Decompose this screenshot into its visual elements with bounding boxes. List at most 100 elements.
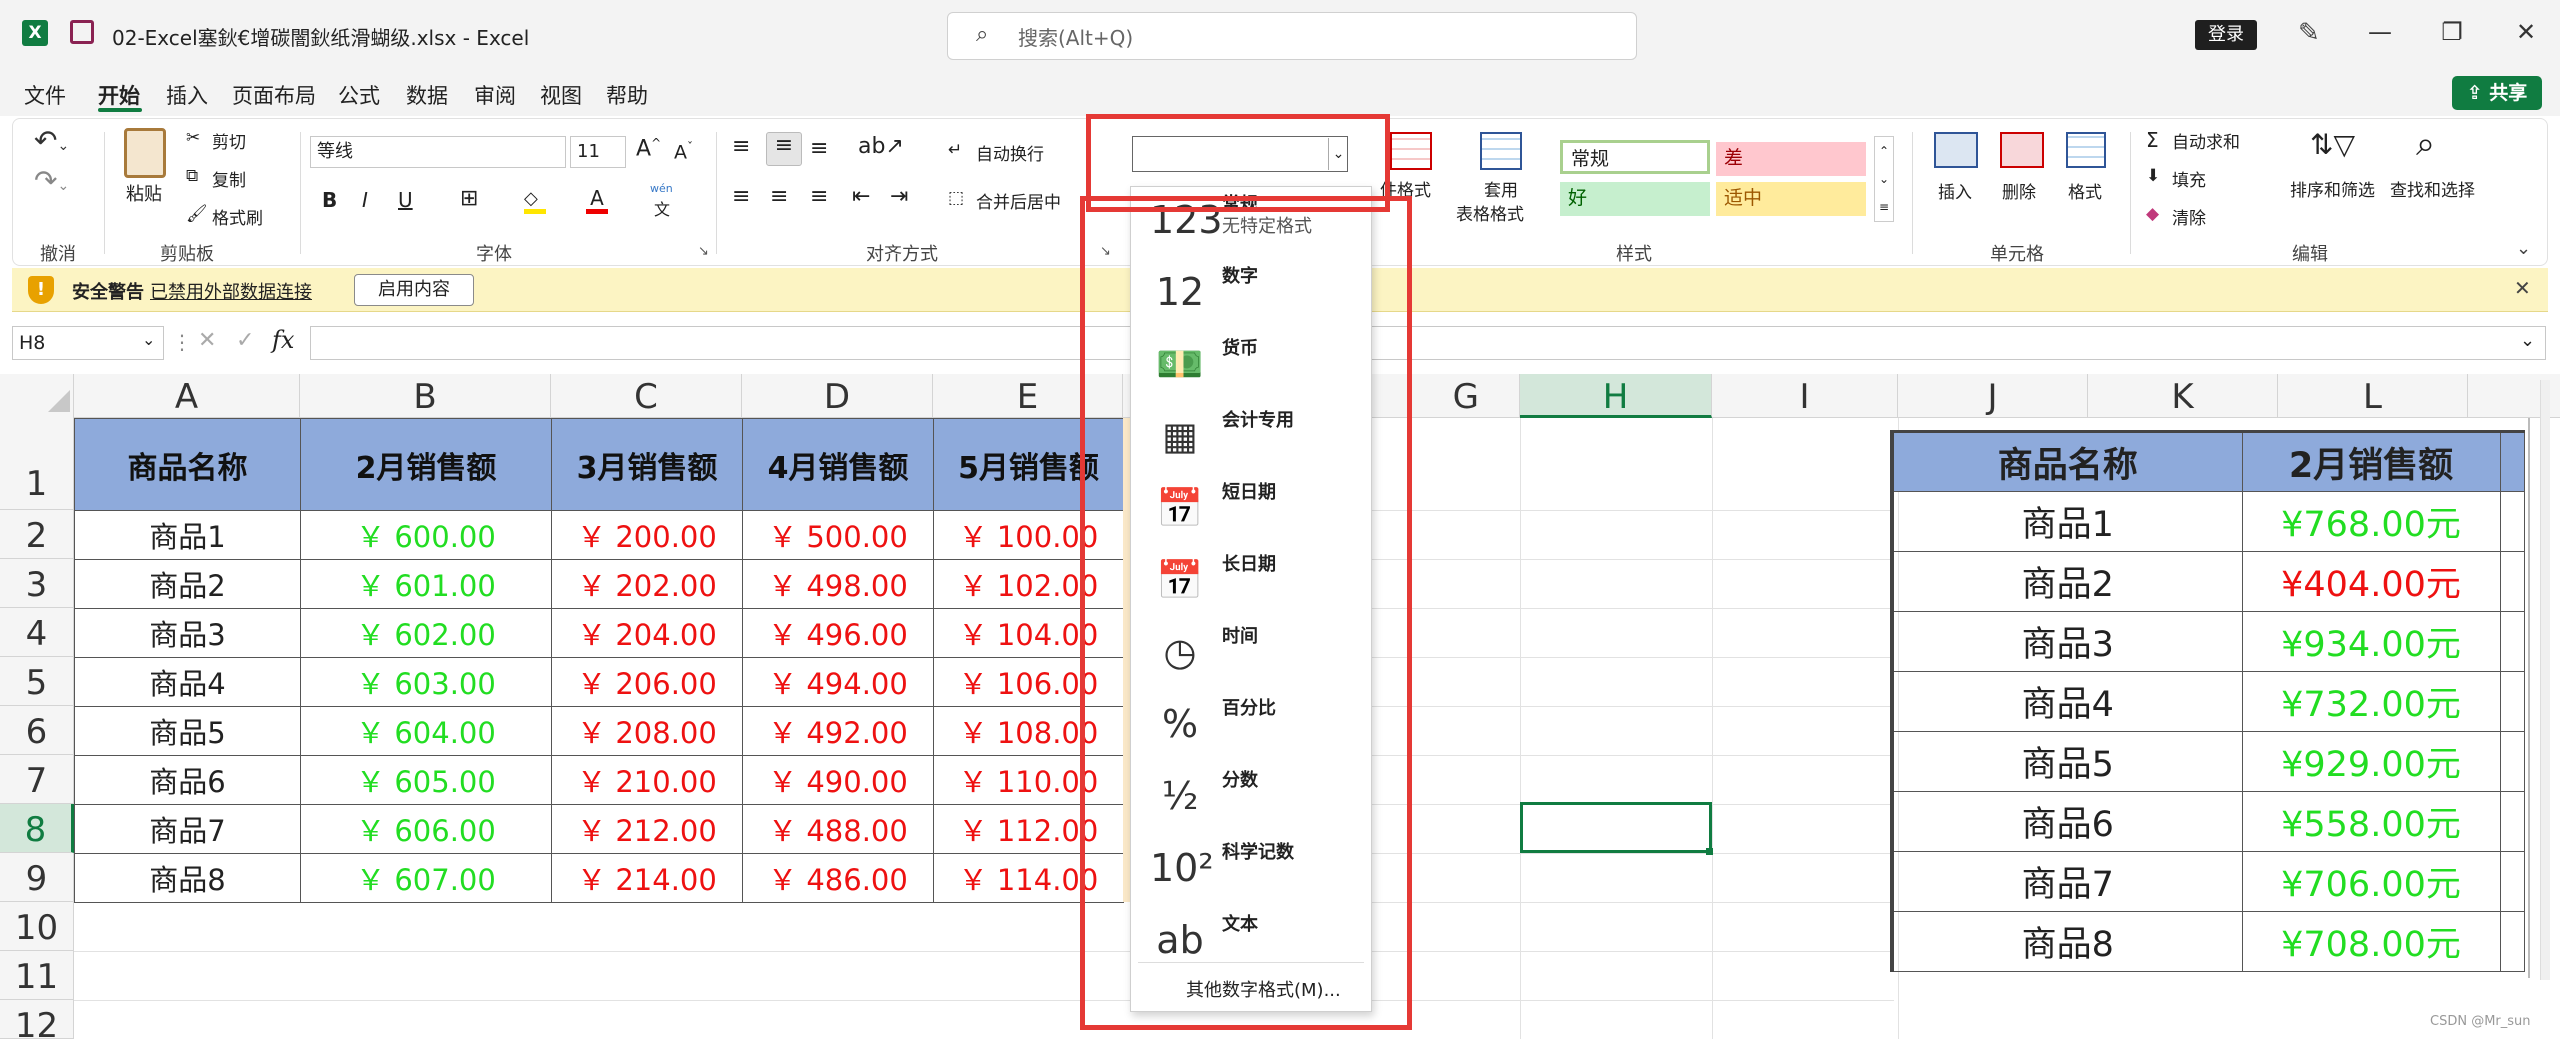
merge-center-button[interactable]: 合并后居中 bbox=[976, 188, 1061, 213]
orientation-icon[interactable]: ab↗ bbox=[858, 134, 904, 159]
value-cell[interactable]: ￥ 600.00 bbox=[300, 510, 552, 560]
value-cell[interactable]: ￥ 210.00 bbox=[551, 755, 743, 805]
value-cell[interactable]: ￥ 496.00 bbox=[742, 608, 934, 658]
format-cells-icon[interactable] bbox=[2066, 132, 2106, 168]
value-cell[interactable]: ￥ 498.00 bbox=[742, 559, 934, 609]
more-options-icon[interactable]: ⋮ bbox=[172, 330, 192, 354]
value-cell[interactable]: ￥ 602.00 bbox=[300, 608, 552, 658]
product-cell[interactable]: 商品2 bbox=[74, 559, 301, 609]
tab-page-layout[interactable]: 页面布局 bbox=[232, 80, 316, 110]
undo-icon[interactable]: ↶⌄ bbox=[34, 124, 69, 157]
grow-font-icon[interactable]: A^ bbox=[636, 136, 661, 161]
style-bad[interactable]: 差 bbox=[1716, 142, 1866, 176]
formula-input[interactable] bbox=[310, 326, 2546, 360]
cut-button[interactable]: 剪切 bbox=[212, 128, 246, 153]
autosum-button[interactable]: 自动求和 bbox=[2172, 128, 2240, 153]
value-cell[interactable]: ￥ 607.00 bbox=[300, 853, 552, 903]
tab-view[interactable]: 视图 bbox=[540, 80, 582, 110]
value-cell[interactable]: ￥ 606.00 bbox=[300, 804, 552, 854]
paste-icon[interactable] bbox=[124, 128, 166, 178]
italic-icon[interactable]: I bbox=[362, 188, 368, 212]
insert-cells-button[interactable]: 插入 bbox=[1938, 178, 1972, 203]
delete-cells-icon[interactable] bbox=[2000, 132, 2044, 168]
styles-scroll-icon[interactable]: ⌃ ⌄ ≡ bbox=[1874, 136, 1894, 222]
product-cell[interactable]: 商品3 bbox=[74, 608, 301, 658]
expand-formula-icon[interactable]: ⌄ bbox=[2520, 330, 2535, 351]
fill-color-icon[interactable]: ◇ bbox=[524, 188, 546, 214]
value-cell[interactable]: ￥ 488.00 bbox=[742, 804, 934, 854]
row-header-7[interactable]: 7 bbox=[0, 755, 74, 804]
login-button[interactable]: 登录 bbox=[2195, 20, 2257, 50]
underline-icon[interactable]: U bbox=[398, 188, 413, 212]
tab-file[interactable]: 文件 bbox=[24, 80, 66, 110]
font-color-icon[interactable]: A bbox=[586, 186, 608, 214]
share-button[interactable]: ⇪ 共享 bbox=[2452, 76, 2542, 110]
close-security-bar-icon[interactable]: ✕ bbox=[2514, 276, 2531, 300]
column-header-l[interactable]: L bbox=[2278, 374, 2468, 418]
search-placeholder[interactable]: 搜索(Alt+Q) bbox=[1018, 22, 1133, 51]
product-cell[interactable]: 商品8 bbox=[74, 853, 301, 903]
restore-icon[interactable]: ❐ bbox=[2432, 18, 2472, 46]
save-icon[interactable] bbox=[70, 20, 94, 44]
sort-filter-button[interactable]: 排序和筛选 bbox=[2290, 176, 2375, 201]
tab-help[interactable]: 帮助 bbox=[606, 80, 648, 110]
minimize-icon[interactable]: — bbox=[2360, 18, 2400, 46]
header-cell[interactable]: 3月销售额 bbox=[551, 418, 743, 511]
value-cell[interactable]: ￥ 604.00 bbox=[300, 706, 552, 756]
sort-filter-icon[interactable]: ⇅▽ bbox=[2310, 128, 2355, 161]
table-format-line2[interactable]: 表格格式 bbox=[1456, 200, 1524, 225]
copy-button[interactable]: 复制 bbox=[212, 166, 246, 191]
style-normal[interactable]: 常规 bbox=[1560, 140, 1710, 174]
align-bottom-icon[interactable]: ≡ bbox=[810, 136, 828, 161]
column-header-d[interactable]: D bbox=[742, 374, 933, 418]
row-header-10[interactable]: 10 bbox=[0, 902, 74, 951]
value-cell[interactable]: ￥ 206.00 bbox=[551, 657, 743, 707]
font-dialog-launcher-icon[interactable]: ↘ bbox=[698, 244, 709, 259]
value-cell[interactable]: ￥ 202.00 bbox=[551, 559, 743, 609]
phonetic-icon[interactable]: wén bbox=[650, 182, 673, 195]
fill-handle[interactable] bbox=[1706, 848, 1713, 855]
column-header-h[interactable]: H bbox=[1520, 374, 1712, 418]
value-cell[interactable]: ￥ 492.00 bbox=[742, 706, 934, 756]
row-header-4[interactable]: 4 bbox=[0, 608, 74, 657]
tab-data[interactable]: 数据 bbox=[406, 80, 448, 110]
value-cell[interactable]: ￥ 605.00 bbox=[300, 755, 552, 805]
paste-button[interactable]: 粘贴 bbox=[126, 180, 162, 206]
value-cell[interactable]: ￥ 204.00 bbox=[551, 608, 743, 658]
column-header-c[interactable]: C bbox=[551, 374, 742, 418]
pasted-picture-table[interactable]: 商品名称 2月销售额 商品1 ¥768.00元 商品2 ¥404.00元 商品3 ¥934… bbox=[1890, 430, 2525, 972]
column-header-k[interactable]: K bbox=[2088, 374, 2278, 418]
name-box-dropdown-icon[interactable]: ⌄ bbox=[142, 330, 155, 349]
row-header-3[interactable]: 3 bbox=[0, 559, 74, 608]
value-cell[interactable]: ￥ 500.00 bbox=[742, 510, 934, 560]
collapse-ribbon-icon[interactable]: ⌄ bbox=[2516, 238, 2531, 259]
font-name-select[interactable]: 等线 bbox=[310, 136, 566, 168]
value-cell[interactable]: ￥ 214.00 bbox=[551, 853, 743, 903]
row-header-12[interactable]: 12 bbox=[0, 1000, 74, 1039]
selected-cell-h8[interactable] bbox=[1520, 802, 1712, 853]
value-cell[interactable]: ￥ 208.00 bbox=[551, 706, 743, 756]
row-header-11[interactable]: 11 bbox=[0, 951, 74, 1000]
value-cell[interactable]: ￥ 603.00 bbox=[300, 657, 552, 707]
value-cell[interactable]: ￥ 494.00 bbox=[742, 657, 934, 707]
product-cell[interactable]: 商品4 bbox=[74, 657, 301, 707]
font-size-select[interactable]: 11 bbox=[570, 136, 626, 168]
decrease-indent-icon[interactable]: ⇤ bbox=[852, 184, 870, 209]
style-good[interactable]: 好 bbox=[1560, 182, 1710, 216]
row-header-8[interactable]: 8 bbox=[0, 804, 74, 853]
header-cell[interactable]: 商品名称 bbox=[74, 418, 301, 511]
align-center-icon[interactable]: ≡ bbox=[770, 184, 788, 209]
value-cell[interactable]: ￥ 490.00 bbox=[742, 755, 934, 805]
wrap-text-button[interactable]: 自动换行 bbox=[976, 140, 1044, 165]
product-cell[interactable]: 商品1 bbox=[74, 510, 301, 560]
align-middle-icon[interactable]: ≡ bbox=[766, 132, 802, 166]
row-header-2[interactable]: 2 bbox=[0, 510, 74, 559]
enable-content-button[interactable]: 启用内容 bbox=[354, 274, 474, 306]
product-cell[interactable]: 商品5 bbox=[74, 706, 301, 756]
confirm-entry-icon[interactable]: ✓ bbox=[236, 328, 254, 353]
table-format-icon[interactable] bbox=[1480, 132, 1522, 170]
border-icon[interactable]: ⊞ bbox=[460, 186, 478, 211]
row-header-6[interactable]: 6 bbox=[0, 706, 74, 755]
format-painter-button[interactable]: 格式刷 bbox=[212, 204, 263, 229]
find-select-button[interactable]: 查找和选择 bbox=[2390, 176, 2475, 201]
